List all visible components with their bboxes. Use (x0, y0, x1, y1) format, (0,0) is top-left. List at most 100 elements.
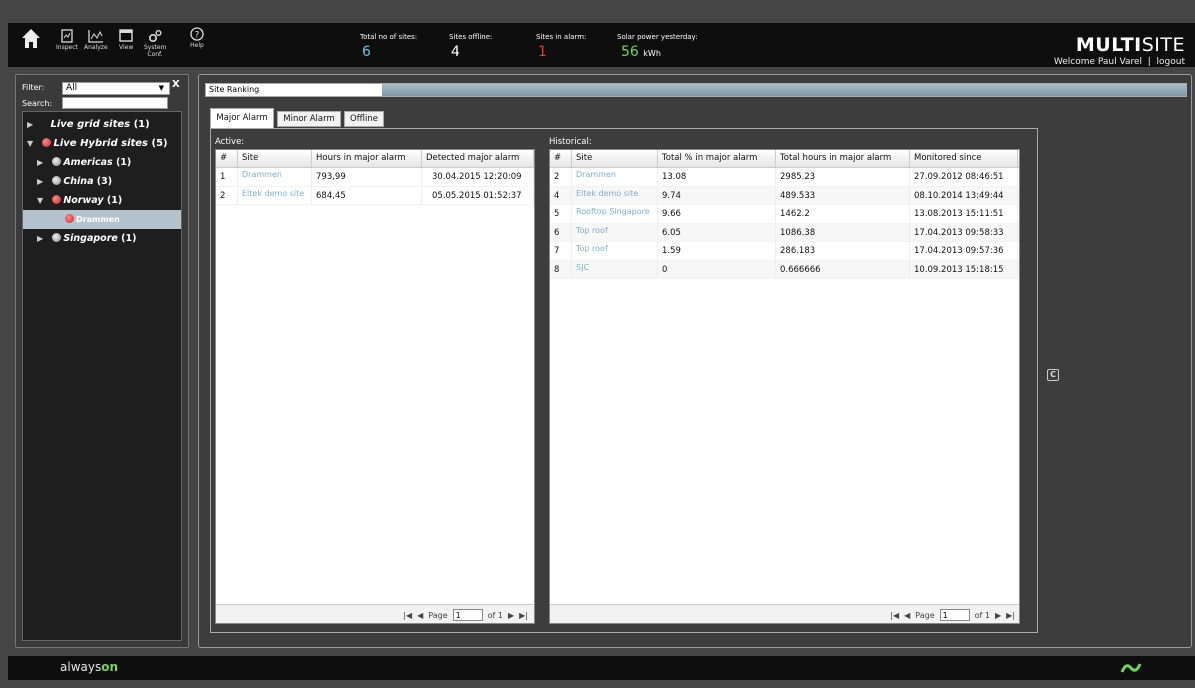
search-input[interactable] (62, 97, 168, 109)
table-row[interactable]: 2 Drammen 13.08 2985.23 27.09.2012 08:46:51 (550, 168, 1019, 187)
tree-item-live-hybrid-sites[interactable]: ▼ Live Hybrid sites (5) (23, 134, 181, 153)
tree-item-norway[interactable]: ▼ Norway (1) (23, 191, 181, 210)
column-header[interactable]: Total % in major alarm (658, 150, 776, 167)
column-header[interactable]: Monitored since (910, 150, 1018, 167)
next-page-icon[interactable]: ▶ (508, 611, 514, 620)
sites-alarm-stat: Sites in alarm: 1 (536, 33, 586, 60)
site-link[interactable]: Eltek demo site (572, 186, 658, 204)
prev-page-icon[interactable]: ◀ (417, 611, 423, 620)
collapse-arrow-icon[interactable]: ▼ (27, 134, 39, 153)
site-link[interactable]: Drammen (572, 168, 658, 186)
tree-item-count: (1) (115, 157, 132, 168)
historical-pager: |◀ ◀ Page of 1 ▶ ▶| (550, 604, 1019, 623)
panel-title-bar: Site Ranking (205, 83, 1187, 97)
view-button[interactable]: View (119, 29, 133, 51)
alarm-status-icon (52, 195, 62, 204)
tree-item-count: (5) (151, 138, 168, 149)
tree-item-label: Drammen (76, 215, 120, 224)
logout-link[interactable]: logout (1157, 57, 1185, 67)
table-row[interactable]: 4 Eltek demo site 9.74 489.533 08.10.2014 13… (550, 186, 1019, 205)
tab-minor-alarm[interactable]: Minor Alarm (277, 111, 341, 127)
analyze-button[interactable]: Analyze (84, 29, 108, 51)
collapse-arrow-icon[interactable]: ▼ (37, 191, 49, 210)
site-link[interactable]: SJC (572, 260, 658, 278)
tree-item-count: (1) (121, 233, 137, 244)
offline-status-icon (52, 176, 62, 185)
filter-select[interactable]: All ▼ (62, 82, 170, 95)
page-input[interactable] (939, 609, 970, 621)
multisite-logo: MULTISITE (1054, 34, 1185, 56)
historical-label: Historical: (549, 137, 592, 147)
site-link[interactable]: Rooftop Singapore (572, 205, 658, 223)
row-number: 8 (550, 260, 572, 278)
refresh-button[interactable]: C (1047, 369, 1059, 381)
percent-cell: 1.59 (658, 242, 776, 260)
first-page-icon[interactable]: |◀ (403, 611, 412, 620)
site-link[interactable]: Top roof (572, 223, 658, 241)
column-header[interactable]: # (550, 150, 572, 167)
table-row[interactable]: 1 Drammen 793,99 30.04.2015 12:20:09 (216, 168, 534, 187)
page-input[interactable] (452, 609, 483, 621)
percent-cell: 0 (658, 260, 776, 278)
table-row[interactable]: 7 Top roof 1.59 286.183 17.04.2013 09:57:36 (550, 242, 1019, 261)
tree-item-china[interactable]: ▶ China (3) (23, 172, 181, 191)
expand-arrow-icon[interactable]: ▶ (37, 153, 49, 172)
site-link[interactable]: Eltek demo site (238, 186, 312, 204)
last-page-icon[interactable]: ▶| (519, 611, 528, 620)
percent-cell: 9.66 (658, 205, 776, 223)
welcome-separator: | (1147, 57, 1151, 67)
site-link[interactable]: Top roof (572, 242, 658, 260)
solar-power-stat: Solar power yesterday: 56 kWh (617, 33, 698, 60)
last-page-icon[interactable]: ▶| (1006, 611, 1015, 620)
logo-light: SITE (1141, 34, 1185, 56)
home-button[interactable] (21, 28, 41, 51)
column-header[interactable]: # (216, 150, 238, 167)
column-header[interactable]: Site (572, 150, 658, 167)
hours-cell: 489.533 (776, 186, 910, 204)
site-link[interactable]: Drammen (238, 168, 312, 186)
tab-offline[interactable]: Offline (344, 111, 384, 127)
help-label: Help (190, 42, 204, 49)
prev-page-icon[interactable]: ◀ (904, 611, 910, 620)
monitored-cell: 10.09.2013 15:18:15 (910, 260, 1018, 278)
next-page-icon[interactable]: ▶ (995, 611, 1001, 620)
filter-label: Filter: (22, 83, 45, 92)
tree-item-americas[interactable]: ▶ Americas (1) (23, 153, 181, 172)
tree-item-drammen[interactable]: Drammen (23, 210, 181, 229)
historical-rows: 2 Drammen 13.08 2985.23 27.09.2012 08:46:51 4… (550, 168, 1019, 279)
site-tree: ▶ Live grid sites (1) ▼ Live Hybrid site… (22, 111, 182, 641)
inspect-button[interactable]: Inspect (56, 29, 78, 51)
hours-cell: 286.183 (776, 242, 910, 260)
column-header[interactable]: Site (238, 150, 312, 167)
first-page-icon[interactable]: |◀ (890, 611, 899, 620)
expand-arrow-icon[interactable]: ▶ (37, 229, 49, 248)
svg-text:?: ? (195, 31, 200, 41)
system-conf-button[interactable]: System Conf. (144, 29, 166, 58)
column-header[interactable]: Hours in major alarm (312, 150, 422, 167)
total-sites-value: 6 (362, 44, 371, 60)
sites-offline-value: 4 (451, 44, 460, 60)
expand-arrow-icon[interactable]: ▶ (27, 115, 39, 134)
footer-bar: alwayson (8, 656, 1195, 680)
tab-major-alarm[interactable]: Major Alarm (210, 108, 274, 128)
hours-cell: 2985.23 (776, 168, 910, 186)
table-row[interactable]: 8 SJC 0 0.666666 10.09.2013 15:18:15 (550, 260, 1019, 279)
tree-item-label: China (63, 176, 94, 187)
tree-item-live-grid-sites[interactable]: ▶ Live grid sites (1) (23, 115, 181, 134)
help-button[interactable]: ? Help (190, 27, 204, 49)
panel-title: Site Ranking (206, 84, 382, 96)
monitored-cell: 27.09.2012 08:46:51 (910, 168, 1018, 186)
column-header[interactable]: Total hours in major alarm (776, 150, 910, 167)
table-row[interactable]: 5 Rooftop Singapore 9.66 1462.2 13.08.2013 1… (550, 205, 1019, 224)
solar-power-value: 56 (621, 44, 639, 60)
eltek-logo-icon (1120, 663, 1142, 673)
expand-arrow-icon[interactable]: ▶ (37, 172, 49, 191)
table-row[interactable]: 6 Top roof 6.05 1086.38 17.04.2013 09:58:33 (550, 223, 1019, 242)
chart-icon (88, 30, 103, 43)
tree-item-singapore[interactable]: ▶ Singapore (1) (23, 229, 181, 248)
table-row[interactable]: 2 Eltek demo site 684,45 05.05.2015 01:5… (216, 186, 534, 205)
column-header[interactable]: Detected major alarm (422, 150, 534, 167)
solar-power-unit: kWh (643, 49, 661, 58)
welcome-text: Welcome Paul Varel (1053, 57, 1143, 67)
filter-clear-button[interactable]: X (172, 79, 180, 90)
